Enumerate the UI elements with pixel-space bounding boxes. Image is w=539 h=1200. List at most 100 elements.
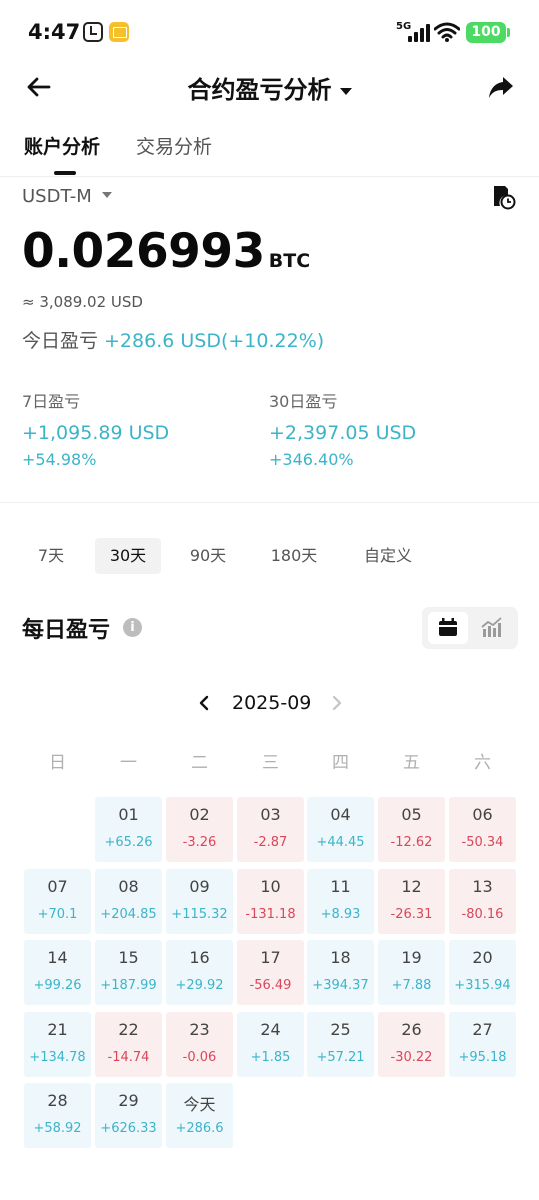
- day-label: 29: [118, 1091, 139, 1110]
- calendar-day-cell[interactable]: 28 +58.92: [24, 1083, 91, 1148]
- info-icon[interactable]: i: [123, 618, 142, 637]
- account-type-selector[interactable]: USDT-M: [22, 186, 112, 207]
- calendar-view-button[interactable]: [428, 612, 468, 644]
- range-7d-button[interactable]: 7天: [24, 538, 78, 574]
- tab-account-analysis[interactable]: 账户分析: [24, 132, 100, 159]
- pnl-30d: 30日盈亏 +2,397.05 USD +346.40%: [269, 388, 416, 469]
- chart-view-button[interactable]: [472, 612, 512, 644]
- calendar-icon: [439, 618, 457, 636]
- calendar-day-cell[interactable]: 15 +187.99: [95, 940, 162, 1005]
- divider: [0, 176, 539, 177]
- pnl-30d-amount: +2,397.05 USD: [269, 422, 417, 444]
- calendar-day-cell[interactable]: 06 -50.34: [449, 797, 516, 862]
- calendar-day-cell[interactable]: 今天 +286.6: [166, 1083, 233, 1148]
- day-label: 14: [47, 948, 68, 967]
- page-title: 合约盈亏分析: [187, 76, 332, 104]
- day-pnl-value: +7.88: [391, 978, 432, 993]
- weekday-label: 一: [120, 753, 137, 773]
- day-label: 22: [118, 1020, 139, 1039]
- day-label: 21: [47, 1020, 68, 1039]
- chevron-left-icon[interactable]: [194, 692, 214, 714]
- calendar-day-cell[interactable]: 14 +99.26: [24, 940, 91, 1005]
- pnl-7d-label: 7日盈亏: [22, 392, 81, 411]
- calendar-day-cell[interactable]: 11 +8.93: [307, 869, 374, 934]
- calendar-day-cell[interactable]: 22 -14.74: [95, 1012, 162, 1077]
- pnl-30d-percent: +346.40%: [269, 450, 354, 469]
- day-pnl-value: -50.34: [461, 835, 504, 850]
- calendar-day-cell[interactable]: 07 +70.1: [24, 869, 91, 934]
- calendar-day-cell[interactable]: 18 +394.37: [307, 940, 374, 1005]
- weekday-label: 二: [191, 753, 208, 773]
- calendar-day-cell[interactable]: 20 +315.94: [449, 940, 516, 1005]
- wifi-icon: [434, 22, 460, 42]
- calendar-day-cell[interactable]: 17 -56.49: [237, 940, 304, 1005]
- share-icon[interactable]: [486, 72, 516, 102]
- calendar-day-cell[interactable]: 12 -26.31: [378, 869, 445, 934]
- range-180d-button[interactable]: 180天: [260, 538, 328, 574]
- day-pnl-value: +134.78: [29, 1050, 86, 1065]
- calendar-day-cell[interactable]: 16 +29.92: [166, 940, 233, 1005]
- calendar-day-cell[interactable]: 05 -12.62: [378, 797, 445, 862]
- divider: [0, 502, 539, 503]
- tab-trade-analysis[interactable]: 交易分析: [136, 132, 212, 159]
- calendar-day-cell[interactable]: 19 +7.88: [378, 940, 445, 1005]
- day-label: 10: [260, 877, 281, 896]
- account-type-label: USDT-M: [22, 186, 92, 207]
- calendar-day-cell[interactable]: 09 +115.32: [166, 869, 233, 934]
- pnl-7d-amount: +1,095.89 USD: [22, 422, 170, 444]
- calendar-day-cell[interactable]: 25 +57.21: [307, 1012, 374, 1077]
- calendar-day-cell[interactable]: 02 -3.26: [166, 797, 233, 862]
- view-toggle: [422, 607, 518, 649]
- calendar-day-cell[interactable]: 13 -80.16: [449, 869, 516, 934]
- mail-app-icon: [109, 22, 129, 42]
- today-pnl-label: 今日盈亏: [22, 330, 99, 352]
- weekday-label: 日: [49, 753, 66, 773]
- day-pnl-value: -14.74: [107, 1050, 150, 1065]
- title-dropdown[interactable]: 合约盈亏分析: [0, 70, 539, 105]
- app-header: 合约盈亏分析: [0, 64, 539, 110]
- range-30d-button[interactable]: 30天: [95, 538, 161, 574]
- day-pnl-value: +626.33: [100, 1121, 157, 1136]
- calendar-day-cell[interactable]: 26 -30.22: [378, 1012, 445, 1077]
- calendar-day-cell[interactable]: 27 +95.18: [449, 1012, 516, 1077]
- calendar-day-cell[interactable]: 23 -0.06: [166, 1012, 233, 1077]
- day-label: 03: [260, 805, 281, 824]
- day-pnl-value: -30.22: [390, 1050, 433, 1065]
- battery-icon: 100: [466, 22, 510, 43]
- calendar-day-cell[interactable]: 08 +204.85: [95, 869, 162, 934]
- chevron-right-icon[interactable]: [327, 692, 347, 714]
- range-custom-button[interactable]: 自定义: [350, 538, 426, 574]
- day-label: 18: [330, 948, 351, 967]
- current-month: 2025-09: [232, 692, 312, 714]
- day-label: 06: [472, 805, 493, 824]
- calendar-day-cell[interactable]: 24 +1.85: [237, 1012, 304, 1077]
- calendar-day-cell[interactable]: 21 +134.78: [24, 1012, 91, 1077]
- time-range-selector: 7天 30天 90天 180天 自定义: [24, 538, 524, 574]
- day-pnl-value: -3.26: [182, 835, 217, 850]
- day-pnl-value: +8.93: [320, 907, 361, 922]
- calendar-day-cell[interactable]: 01 +65.26: [95, 797, 162, 862]
- today-pnl-value: +286.6 USD(+10.22%): [104, 330, 325, 352]
- bar-chart-icon: [481, 617, 502, 637]
- day-pnl-value: +58.92: [33, 1121, 82, 1136]
- day-label: 16: [189, 948, 210, 967]
- range-90d-button[interactable]: 90天: [179, 538, 237, 574]
- day-pnl-value: +115.32: [171, 907, 228, 922]
- day-label: 25: [330, 1020, 351, 1039]
- day-pnl-value: -0.06: [182, 1050, 217, 1065]
- history-icon[interactable]: [490, 184, 516, 210]
- day-pnl-value: +65.26: [104, 835, 153, 850]
- calendar-day-cell[interactable]: 29 +626.33: [95, 1083, 162, 1148]
- day-label: 20: [472, 948, 493, 967]
- day-label: 15: [118, 948, 139, 967]
- day-pnl-value: -56.49: [249, 978, 292, 993]
- account-balance: 0.026993 BTC: [22, 224, 310, 279]
- active-tab-indicator: [54, 171, 76, 175]
- calendar-day-cell[interactable]: 10 -131.18: [237, 869, 304, 934]
- weekday-label: 五: [403, 753, 420, 773]
- day-label: 今天: [183, 1095, 216, 1114]
- today-pnl: 今日盈亏 +286.6 USD(+10.22%): [22, 326, 324, 353]
- calendar-day-cell[interactable]: 04 +44.45: [307, 797, 374, 862]
- day-label: 24: [260, 1020, 281, 1039]
- calendar-day-cell[interactable]: 03 -2.87: [237, 797, 304, 862]
